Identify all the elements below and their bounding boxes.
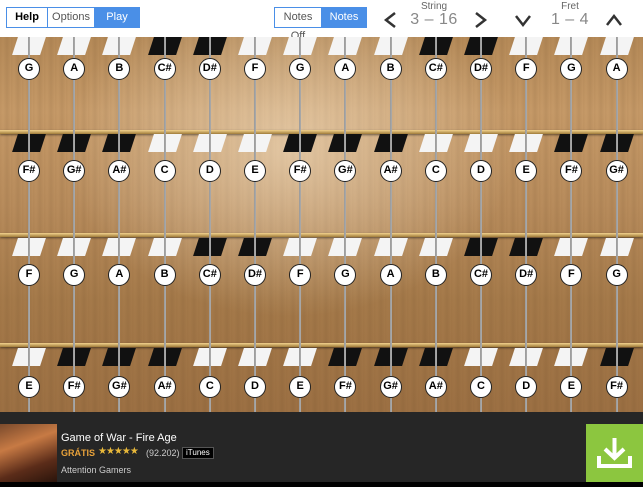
note-marker[interactable]: D# bbox=[244, 264, 266, 286]
note-marker[interactable]: G# bbox=[379, 376, 402, 398]
note-marker[interactable]: A bbox=[605, 58, 628, 80]
note-marker[interactable]: D bbox=[515, 376, 538, 398]
guitar-string bbox=[570, 37, 573, 412]
note-marker[interactable]: G# bbox=[605, 160, 628, 182]
note-marker[interactable]: G bbox=[289, 58, 312, 80]
guitar-string bbox=[434, 37, 437, 412]
note-marker[interactable]: G bbox=[334, 264, 357, 286]
note-marker[interactable]: E bbox=[289, 376, 312, 398]
note-marker[interactable]: F# bbox=[63, 376, 86, 398]
guitar-string bbox=[344, 37, 347, 412]
note-marker[interactable]: F# bbox=[289, 160, 312, 182]
fret-wire bbox=[0, 233, 643, 237]
note-marker[interactable]: D# bbox=[515, 264, 538, 286]
note-marker[interactable]: F bbox=[244, 58, 266, 80]
note-marker[interactable]: B bbox=[153, 264, 176, 286]
notes-on-button[interactable]: Notes On bbox=[321, 7, 367, 42]
note-marker[interactable]: G bbox=[560, 58, 583, 80]
ad-app-icon[interactable] bbox=[0, 424, 57, 482]
note-marker[interactable]: D bbox=[244, 376, 266, 398]
options-button[interactable]: Options bbox=[47, 7, 95, 28]
fret-wire bbox=[0, 130, 643, 134]
guitar-string bbox=[208, 37, 211, 412]
note-marker[interactable]: F bbox=[289, 264, 312, 286]
note-marker[interactable]: B bbox=[379, 58, 402, 80]
guitar-string bbox=[299, 37, 302, 412]
guitar-string bbox=[615, 37, 618, 412]
guitar-string bbox=[163, 37, 166, 412]
ad-price: GRÁTIS bbox=[61, 448, 96, 458]
guitar-string bbox=[254, 37, 256, 412]
note-marker[interactable]: G# bbox=[334, 160, 357, 182]
note-marker[interactable]: G bbox=[63, 264, 86, 286]
note-marker[interactable]: C# bbox=[424, 58, 447, 80]
note-marker[interactable]: G# bbox=[63, 160, 86, 182]
download-icon bbox=[597, 438, 632, 468]
note-marker[interactable]: C bbox=[470, 376, 492, 398]
note-marker[interactable]: A# bbox=[108, 160, 131, 182]
fret-down-arrow-icon[interactable] bbox=[512, 9, 534, 31]
download-button[interactable] bbox=[586, 424, 643, 482]
ad-rating-stars-icon: ★★★★★ bbox=[98, 446, 139, 457]
note-marker[interactable]: F bbox=[560, 264, 583, 286]
string-range-value: 3 – 16 bbox=[410, 11, 458, 28]
note-marker[interactable]: G bbox=[605, 264, 628, 286]
note-marker[interactable]: C# bbox=[153, 58, 176, 80]
note-marker[interactable]: A bbox=[108, 264, 131, 286]
note-marker[interactable]: C bbox=[424, 160, 447, 182]
note-marker[interactable]: G# bbox=[108, 376, 131, 398]
note-marker[interactable]: B bbox=[108, 58, 131, 80]
note-marker[interactable]: F# bbox=[560, 160, 583, 182]
note-marker[interactable]: F# bbox=[18, 160, 40, 182]
guitar-string bbox=[525, 37, 528, 412]
ad-store-badge: iTunes bbox=[182, 447, 214, 459]
fret-range-value: 1 – 4 bbox=[550, 11, 590, 28]
note-marker[interactable]: A bbox=[334, 58, 357, 80]
fretboard[interactable]: G A B C# D# F G A B C# D# F G A F# G# A# C D E F# G# A# C D E F# G#… bbox=[0, 37, 643, 412]
ad-banner[interactable]: Game of War - Fire Age GRÁTIS ★★★★★ (92.… bbox=[0, 412, 643, 482]
toolbar: Help Options Play Notes Off Notes On Str… bbox=[0, 0, 643, 42]
note-marker[interactable]: F bbox=[515, 58, 538, 80]
note-marker[interactable]: D bbox=[470, 160, 492, 182]
note-marker[interactable]: A# bbox=[153, 376, 176, 398]
note-marker[interactable]: C# bbox=[470, 264, 492, 286]
note-marker[interactable]: A# bbox=[424, 376, 447, 398]
ad-developer: Attention Gamers bbox=[61, 465, 132, 475]
note-marker[interactable]: D# bbox=[198, 58, 221, 80]
string-prev-arrow-icon[interactable] bbox=[380, 9, 402, 31]
note-marker[interactable]: A bbox=[379, 264, 402, 286]
note-marker[interactable]: E bbox=[560, 376, 583, 398]
note-marker[interactable]: D# bbox=[470, 58, 492, 80]
help-button[interactable]: Help bbox=[6, 7, 48, 28]
ad-rating-count: (92.202) bbox=[146, 448, 180, 458]
note-marker[interactable]: F bbox=[18, 264, 40, 286]
guitar-string bbox=[480, 37, 482, 412]
note-marker[interactable]: C bbox=[153, 160, 176, 182]
note-marker[interactable]: F# bbox=[605, 376, 628, 398]
note-marker[interactable]: G bbox=[18, 58, 40, 80]
note-marker[interactable]: E bbox=[515, 160, 538, 182]
guitar-string bbox=[118, 37, 121, 412]
note-marker[interactable]: C# bbox=[198, 264, 221, 286]
guitar-string bbox=[389, 37, 392, 412]
note-marker[interactable]: D bbox=[198, 160, 221, 182]
note-marker[interactable]: A# bbox=[379, 160, 402, 182]
ad-title: Game of War - Fire Age bbox=[61, 432, 177, 444]
note-marker[interactable]: B bbox=[424, 264, 447, 286]
note-marker[interactable]: C bbox=[198, 376, 221, 398]
string-next-arrow-icon[interactable] bbox=[469, 9, 491, 31]
note-marker[interactable]: E bbox=[18, 376, 40, 398]
play-button[interactable]: Play bbox=[94, 7, 140, 28]
notes-off-button[interactable]: Notes Off bbox=[274, 7, 322, 42]
guitar-string bbox=[28, 37, 30, 412]
fret-up-arrow-icon[interactable] bbox=[603, 9, 625, 31]
fret-wire bbox=[0, 343, 643, 347]
guitar-string bbox=[73, 37, 76, 412]
note-marker[interactable]: A bbox=[63, 58, 86, 80]
note-marker[interactable]: E bbox=[244, 160, 266, 182]
note-marker[interactable]: F# bbox=[334, 376, 357, 398]
